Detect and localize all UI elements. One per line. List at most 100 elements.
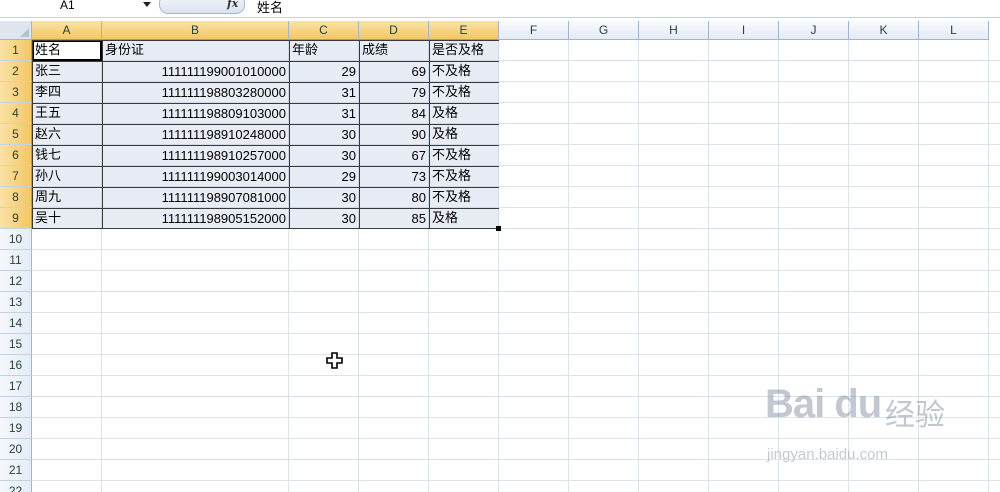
row-header-19[interactable]: 19 [0,418,32,439]
row-header-22[interactable]: 22 [0,481,32,492]
cell-c4[interactable]: 31 [289,103,359,124]
cell-a3[interactable]: 李四 [32,82,102,103]
row-header-12[interactable]: 12 [0,271,32,292]
row-header-9[interactable]: 9 [0,208,32,229]
watermark-sub: 经验 [885,398,945,433]
cell-e8[interactable]: 不及格 [429,187,499,208]
row-header-18[interactable]: 18 [0,397,32,418]
formula-input[interactable]: 姓名 [257,0,283,16]
row-header-11[interactable]: 11 [0,250,32,271]
row-header-4[interactable]: 4 [0,103,32,124]
cell-d9[interactable]: 85 [359,208,429,229]
fx-icon[interactable]: fx [227,0,238,10]
row-header-7[interactable]: 7 [0,166,32,187]
cell-c9[interactable]: 30 [289,208,359,229]
cell-d5[interactable]: 90 [359,124,429,145]
row-header-3[interactable]: 3 [0,82,32,103]
cell-a8[interactable]: 周九 [32,187,102,208]
gridline-vertical [708,40,709,492]
column-header-i[interactable]: I [709,21,779,40]
row-header-20[interactable]: 20 [0,439,32,460]
cell-d7[interactable]: 73 [359,166,429,187]
baidu-watermark: Bai du 经验 jingyan.baidu.com [765,382,955,472]
cell-b7[interactable]: 111111199003014000 [102,166,289,187]
cell-c7[interactable]: 29 [289,166,359,187]
gridline-horizontal [32,291,1000,292]
row-header-2[interactable]: 2 [0,61,32,82]
row-header-21[interactable]: 21 [0,460,32,481]
column-header-l[interactable]: L [919,21,989,40]
formula-bar: A1 fx 姓名 [0,0,1000,18]
cell-a9[interactable]: 吴十 [32,208,102,229]
column-header-k[interactable]: K [849,21,919,40]
cell-d2[interactable]: 69 [359,61,429,82]
gridline-vertical [638,40,639,492]
cell-e5[interactable]: 及格 [429,124,499,145]
column-header-f[interactable]: F [499,21,569,40]
row-header-17[interactable]: 17 [0,376,32,397]
cell-a1[interactable]: 姓名 [32,40,102,61]
gridline-vertical [988,40,989,492]
cell-b3[interactable]: 111111198803280000 [102,82,289,103]
cell-e1[interactable]: 是否及格 [429,40,499,61]
gridline-vertical [568,40,569,492]
cell-e9[interactable]: 及格 [429,208,499,229]
cell-b6[interactable]: 111111198910257000 [102,145,289,166]
cell-c1[interactable]: 年龄 [289,40,359,61]
cell-b2[interactable]: 111111199001010000 [102,61,289,82]
row-header-10[interactable]: 10 [0,229,32,250]
name-box-dropdown-icon[interactable] [143,2,151,7]
cell-a4[interactable]: 王五 [32,103,102,124]
column-header-c[interactable]: C [289,21,359,40]
cell-b4[interactable]: 111111198809103000 [102,103,289,124]
cell-e4[interactable]: 及格 [429,103,499,124]
cell-a5[interactable]: 赵六 [32,124,102,145]
cell-e2[interactable]: 不及格 [429,61,499,82]
cell-c3[interactable]: 31 [289,82,359,103]
column-header-d[interactable]: D [359,21,429,40]
cell-d6[interactable]: 67 [359,145,429,166]
column-header-b[interactable]: B [102,21,289,40]
cell-c8[interactable]: 30 [289,187,359,208]
cell-e3[interactable]: 不及格 [429,82,499,103]
column-header-j[interactable]: J [779,21,849,40]
row-header-1[interactable]: 1 [0,40,32,61]
cell-a6[interactable]: 钱七 [32,145,102,166]
cell-d3[interactable]: 79 [359,82,429,103]
row-header-8[interactable]: 8 [0,187,32,208]
cell-c5[interactable]: 30 [289,124,359,145]
watermark-logo: Bai du [765,382,882,426]
row-header-14[interactable]: 14 [0,313,32,334]
column-header-h[interactable]: H [639,21,709,40]
column-header-e[interactable]: E [429,21,499,40]
cell-d1[interactable]: 成绩 [359,40,429,61]
gridline-horizontal [32,375,1000,376]
row-header-6[interactable]: 6 [0,145,32,166]
cell-b5[interactable]: 111111198910248000 [102,124,289,145]
row-header-15[interactable]: 15 [0,334,32,355]
cell-c6[interactable]: 30 [289,145,359,166]
cell-b8[interactable]: 111111198907081000 [102,187,289,208]
cell-d4[interactable]: 84 [359,103,429,124]
watermark-url: jingyan.baidu.com [767,446,888,463]
gridline-horizontal [32,270,1000,271]
row-header-16[interactable]: 16 [0,355,32,376]
row-header-5[interactable]: 5 [0,124,32,145]
name-box-value: A1 [60,0,75,12]
select-all-icon [20,28,29,37]
row-header-13[interactable]: 13 [0,292,32,313]
name-box[interactable]: A1 [0,0,156,16]
cell-b1[interactable]: 身份证 [102,40,289,61]
column-header-a[interactable]: A [32,21,102,40]
cell-e7[interactable]: 不及格 [429,166,499,187]
cell-c2[interactable]: 29 [289,61,359,82]
cell-e6[interactable]: 不及格 [429,145,499,166]
cell-a2[interactable]: 张三 [32,61,102,82]
cell-a7[interactable]: 孙八 [32,166,102,187]
fill-handle[interactable] [496,226,501,231]
cell-b9[interactable]: 111111198905152000 [102,208,289,229]
cell-d8[interactable]: 80 [359,187,429,208]
gridline-horizontal [32,249,1000,250]
select-all-button[interactable] [0,21,32,40]
column-header-g[interactable]: G [569,21,639,40]
